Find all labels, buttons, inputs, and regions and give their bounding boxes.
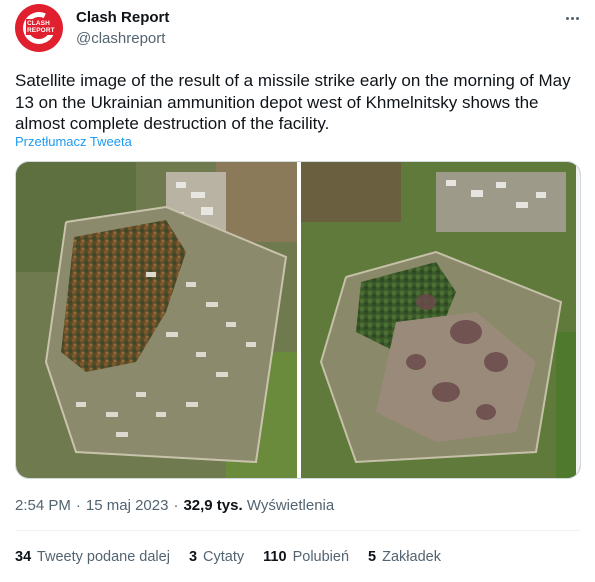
bookmarks-count: 5 [368, 549, 377, 565]
likes-label: Polubień [292, 549, 350, 565]
tweet-text: Satellite image of the result of a missi… [15, 71, 571, 133]
tweet-meta: 2:54 PM · 15 maj 2023 · 32,9 tys. Wyświetlen… [15, 497, 335, 514]
satellite-images[interactable] [16, 162, 581, 479]
tweet-card: CLASH REPORT Clash Report @clashreport S… [0, 0, 595, 582]
quotes-stat[interactable]: 3 Cytaty [189, 549, 244, 565]
display-name[interactable]: Clash Report [76, 9, 169, 26]
avatar-logo-line2: REPORT [27, 27, 55, 34]
bookmarks-stat[interactable]: 5 Zakładek [368, 549, 441, 565]
avatar-logo-line1: CLASH [27, 20, 50, 27]
tweet-time[interactable]: 2:54 PM [15, 497, 71, 514]
satellite-image-after [301, 162, 580, 478]
tweet-date[interactable]: 15 maj 2023 [86, 497, 169, 514]
tweet-stats: 34 Tweety podane dalej 3 Cytaty 110 Polu… [15, 549, 460, 565]
likes-count: 110 [263, 549, 287, 565]
user-handle[interactable]: @clashreport [76, 30, 165, 47]
translate-link[interactable]: Przetłumacz Tweeta [15, 134, 132, 149]
bookmarks-label: Zakładek [382, 549, 441, 565]
avatar-logo-text: CLASH REPORT [26, 19, 55, 35]
divider [15, 530, 580, 531]
views-count: 32,9 tys. [183, 497, 243, 514]
more-icon[interactable] [562, 8, 582, 28]
retweets-stat[interactable]: 34 Tweety podane dalej [15, 549, 170, 565]
tweet-media[interactable] [15, 161, 581, 479]
avatar[interactable]: CLASH REPORT [15, 4, 63, 52]
views-label: Wyświetlenia [246, 497, 335, 514]
quotes-label: Cytaty [203, 549, 245, 565]
likes-stat[interactable]: 110 Polubień [263, 549, 349, 565]
retweets-count: 34 [15, 549, 32, 565]
satellite-image-before [16, 162, 297, 478]
retweets-label: Tweety podane dalej [36, 549, 170, 565]
quotes-count: 3 [188, 549, 198, 565]
